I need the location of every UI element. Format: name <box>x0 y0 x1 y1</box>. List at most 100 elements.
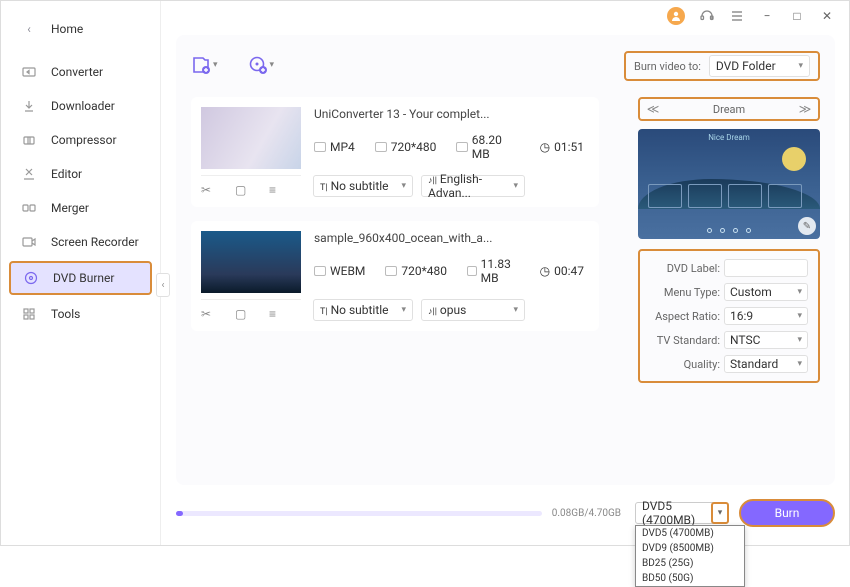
edit-menu-button[interactable]: ✎ <box>798 217 816 235</box>
add-disc-button[interactable]: ▾ <box>248 55 275 75</box>
dvd-label-input[interactable] <box>724 259 808 277</box>
add-file-button[interactable]: ▾ <box>191 55 218 75</box>
home-label: Home <box>51 22 83 36</box>
crop-button[interactable]: ▢ <box>235 183 249 197</box>
compressor-icon <box>21 132 37 148</box>
tv-standard-label: TV Standard: <box>650 334 720 347</box>
file-format: WEBM <box>314 264 365 278</box>
more-button[interactable]: ≡ <box>269 183 283 197</box>
file-duration: ◷00:47 <box>540 264 584 278</box>
disc-option[interactable]: DVD5 (4700MB) <box>636 526 744 541</box>
sidebar: ‹ Home Converter Downloader Compressor E… <box>1 1 161 545</box>
sidebar-item-editor[interactable]: Editor <box>1 157 160 191</box>
trim-button[interactable]: ✂ <box>201 183 215 197</box>
sidebar-item-screen-recorder[interactable]: Screen Recorder <box>1 225 160 259</box>
disc-type-menu: DVD5 (4700MB) DVD9 (8500MB) BD25 (25G) B… <box>635 525 745 587</box>
aspect-label: Aspect Ratio: <box>650 310 720 323</box>
file-resolution: 720*480 <box>375 140 437 154</box>
quality-select[interactable]: Standard▾ <box>724 355 808 373</box>
subtitle-select[interactable]: T| No subtitle▾ <box>313 175 413 197</box>
disc-icon <box>23 270 39 286</box>
dvd-options: DVD Label: Menu Type: Custom▾ Aspect Rati… <box>638 249 820 383</box>
audio-select[interactable]: ♪|| opus▾ <box>421 299 525 321</box>
preview-title: Nice Dream <box>708 133 750 142</box>
quality-label: Quality: <box>650 358 720 371</box>
sidebar-item-label: Merger <box>51 201 89 215</box>
sidebar-item-label: Compressor <box>51 133 117 147</box>
sidebar-item-label: Tools <box>51 307 80 321</box>
maximize-button[interactable]: □ <box>789 8 805 24</box>
format-icon <box>314 266 326 276</box>
subtitle-select[interactable]: T| No subtitle▾ <box>313 299 413 321</box>
resolution-icon <box>375 142 387 152</box>
sidebar-item-tools[interactable]: Tools <box>1 297 160 331</box>
download-icon <box>21 98 37 114</box>
recorder-icon <box>21 234 37 250</box>
sidebar-item-converter[interactable]: Converter <box>1 55 160 89</box>
burn-to-select[interactable]: DVD Folder ▾ <box>709 55 810 77</box>
tools-icon <box>21 306 37 322</box>
file-card: UniConverter 13 - Your complet... MP4 72… <box>191 97 599 207</box>
aspect-select[interactable]: 16:9▾ <box>724 307 808 325</box>
file-format: MP4 <box>314 140 355 154</box>
audio-select[interactable]: ♪|| English-Advan...▾ <box>421 175 525 197</box>
file-size: 68.20 MB <box>456 133 519 161</box>
sun-graphic <box>782 147 806 171</box>
crop-button[interactable]: ▢ <box>235 307 249 321</box>
sidebar-item-label: Editor <box>51 167 82 181</box>
file-title: UniConverter 13 - Your complet... <box>314 107 584 121</box>
sidebar-item-merger[interactable]: Merger <box>1 191 160 225</box>
prev-template-button[interactable]: ≪ <box>644 100 662 118</box>
minimize-button[interactable]: − <box>759 8 775 24</box>
collapse-sidebar-button[interactable]: ‹ <box>156 273 170 297</box>
editor-icon <box>21 166 37 182</box>
converter-icon <box>21 64 37 80</box>
user-avatar[interactable] <box>667 7 685 25</box>
disc-option[interactable]: BD25 (25G) <box>636 556 744 571</box>
back-arrow-icon: ‹ <box>21 21 37 37</box>
burn-to-label: Burn video to: <box>634 60 701 73</box>
menu-type-select[interactable]: Custom▾ <box>724 283 808 301</box>
tv-standard-select[interactable]: NTSC▾ <box>724 331 808 349</box>
menu-icon[interactable] <box>729 8 745 24</box>
file-title: sample_960x400_ocean_with_a... <box>314 231 584 245</box>
clock-icon: ◷ <box>540 264 550 278</box>
disc-type-value: DVD5 (4700MB) <box>642 499 720 527</box>
chevron-down-icon: ▾ <box>270 60 275 70</box>
file-card: sample_960x400_ocean_with_a... WEBM 720*… <box>191 221 599 331</box>
format-icon <box>314 142 326 152</box>
resolution-icon <box>385 266 397 276</box>
menu-preview[interactable]: Nice Dream ✎ <box>638 129 820 239</box>
chevron-down-icon: ▾ <box>213 60 218 70</box>
burn-button[interactable]: Burn <box>739 499 835 527</box>
menu-type-label: Menu Type: <box>650 286 720 299</box>
chevron-down-icon: ▾ <box>798 61 803 71</box>
disc-type-dropdown-button[interactable]: ▾ <box>711 502 729 524</box>
sidebar-item-label: Screen Recorder <box>51 235 139 249</box>
sidebar-item-dvd-burner[interactable]: DVD Burner <box>9 261 152 295</box>
disc-option[interactable]: BD50 (50G) <box>636 571 744 586</box>
more-button[interactable]: ≡ <box>269 307 283 321</box>
support-icon[interactable] <box>699 8 715 24</box>
file-duration: ◷01:51 <box>540 140 584 154</box>
sidebar-item-label: Converter <box>51 65 103 79</box>
disc-option[interactable]: DVD9 (8500MB) <box>636 541 744 556</box>
close-button[interactable]: ✕ <box>819 8 835 24</box>
trim-button[interactable]: ✂ <box>201 307 215 321</box>
folder-icon <box>456 142 467 152</box>
sidebar-item-label: DVD Burner <box>53 271 114 285</box>
merger-icon <box>21 200 37 216</box>
dvd-label-label: DVD Label: <box>650 262 720 275</box>
video-thumbnail[interactable] <box>201 231 301 293</box>
main-content: ▾ ▾ Burn video to: DVD Folder ▾ UniConver… <box>176 35 835 485</box>
file-resolution: 720*480 <box>385 264 447 278</box>
sidebar-item-downloader[interactable]: Downloader <box>1 89 160 123</box>
burn-to-value: DVD Folder <box>716 59 776 73</box>
template-name: Dream <box>713 103 745 116</box>
sidebar-item-compressor[interactable]: Compressor <box>1 123 160 157</box>
burn-target-container: Burn video to: DVD Folder ▾ <box>624 51 820 81</box>
video-thumbnail[interactable] <box>201 107 301 169</box>
home-button[interactable]: ‹ Home <box>1 11 160 55</box>
next-template-button[interactable]: ≫ <box>796 100 814 118</box>
size-progress-text: 0.08GB/4.70GB <box>552 508 621 519</box>
